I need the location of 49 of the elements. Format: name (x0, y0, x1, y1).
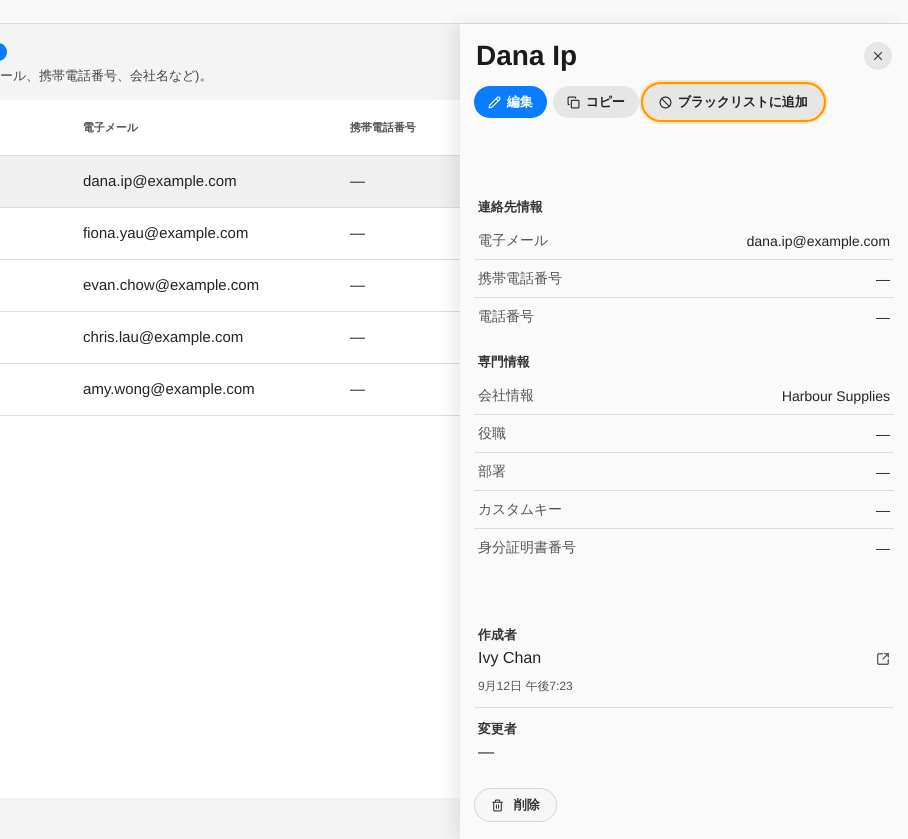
edit-button[interactable]: 編集 (474, 86, 547, 118)
table-cell: chris.lau@example.com (83, 329, 244, 346)
delete-button[interactable]: 削除 (474, 788, 557, 822)
close-button[interactable] (864, 42, 892, 70)
field-value: Harbour Supplies (782, 388, 890, 404)
pencil-icon (488, 96, 501, 108)
field-value: — (876, 308, 890, 324)
field-label: 携帯電話番号 (478, 270, 562, 288)
field-label: 会社情報 (478, 386, 534, 404)
section-title: 作成者 (478, 626, 518, 644)
blacklist-button[interactable]: ブラックリストに追加 (645, 86, 822, 118)
copy-icon (567, 96, 580, 108)
field-label: 役職 (478, 424, 506, 442)
field-value: — (876, 426, 890, 442)
field-value: — (876, 464, 890, 480)
field-label: 電話番号 (478, 308, 534, 326)
table-cell: — (350, 277, 365, 294)
description-text: ール、携帯電話番号、会社名など)。 (0, 67, 214, 85)
table-cell: — (350, 173, 365, 190)
field-label: 部署 (478, 462, 506, 480)
close-icon (871, 49, 885, 63)
section-title: 連絡先情報 (477, 198, 544, 216)
column-header: 携帯電話番号 (350, 120, 416, 135)
creator-name: Ivy Chan (478, 650, 542, 668)
column-header: 電子メール (83, 121, 138, 135)
field-label: 身分証明書番号 (478, 538, 576, 556)
table-row[interactable]: dana.ip@example.com — (0, 156, 460, 208)
field-label: カスタムキー (478, 500, 562, 518)
copy-button[interactable]: コピー (553, 86, 639, 118)
field-value: — (876, 540, 890, 556)
created-date: 9月12日 午後7:23 (478, 678, 574, 695)
table-cell: fiona.yau@example.com (83, 225, 248, 242)
modifier-name: — (478, 744, 495, 762)
field-value: dana.ip@example.com (746, 232, 890, 248)
block-icon (659, 96, 672, 108)
table-cell: evan.chow@example.com (83, 277, 260, 294)
field-value: — (876, 270, 890, 286)
table-cell: amy.wong@example.com (83, 381, 255, 398)
table-cell: — (350, 329, 365, 346)
table-cell: — (350, 225, 365, 242)
field-label: 電子メール (478, 232, 548, 250)
table-cell: — (350, 381, 365, 398)
field-value: — (876, 502, 890, 518)
section-title: 変更者 (478, 720, 518, 738)
trash-icon (491, 798, 504, 812)
table-cell: dana.ip@example.com (83, 173, 237, 190)
section-title: 専門情報 (477, 353, 531, 371)
contact-name-title: Dana Ip (476, 40, 578, 72)
external-link-icon[interactable] (876, 652, 890, 666)
